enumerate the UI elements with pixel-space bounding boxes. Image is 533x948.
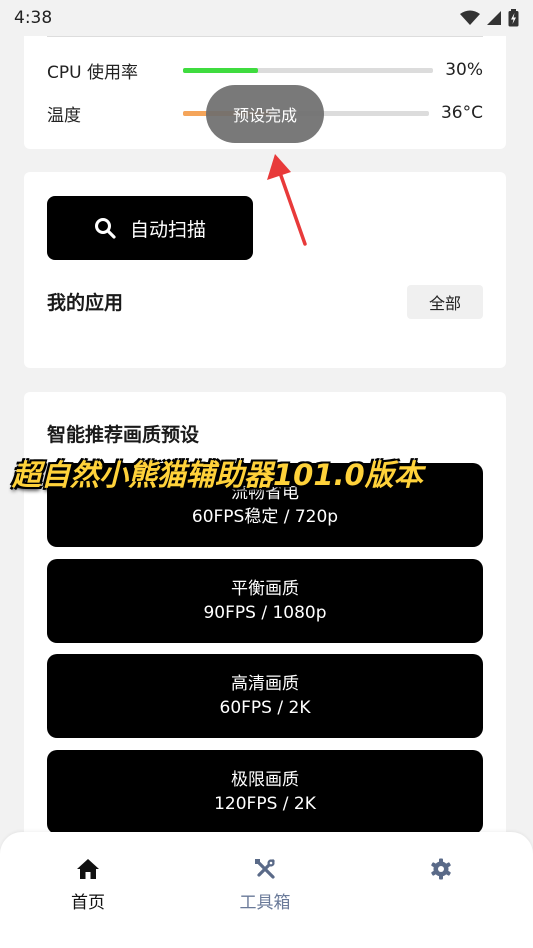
- metric-label: CPU 使用率: [47, 62, 138, 83]
- auto-scan-button[interactable]: 自动扫描: [47, 196, 253, 260]
- nav-item-toolbox[interactable]: 工具箱: [205, 858, 325, 913]
- auto-scan-label: 自动扫描: [129, 218, 206, 241]
- battery-icon: [508, 9, 519, 27]
- preset-name: 极限画质: [231, 770, 299, 790]
- preset-spec: 60FPS稳定 / 720p: [191, 507, 339, 527]
- nav-item-settings[interactable]: [381, 858, 501, 888]
- preset-spec: 120FPS / 2K: [214, 794, 316, 814]
- bottom-nav: 首页 工具箱: [0, 832, 533, 942]
- toast-message: 预设完成: [206, 85, 324, 143]
- filter-all-button[interactable]: 全部: [407, 285, 483, 319]
- wifi-icon: [460, 10, 480, 25]
- preset-name: 高清画质: [231, 674, 299, 694]
- tools-icon: [255, 859, 275, 879]
- metric-value: 36°C: [440, 103, 483, 123]
- preset-spec: 60FPS / 2K: [219, 698, 311, 718]
- home-icon: [77, 859, 99, 879]
- metric-label: 温度: [47, 105, 81, 126]
- annotation-arrow-icon: [267, 154, 307, 246]
- status-icons: [460, 9, 519, 27]
- preset-button-hd[interactable]: 高清画质 60FPS / 2K: [47, 654, 483, 738]
- system-nav-bar: [0, 941, 533, 948]
- preset-name: 平衡画质: [231, 579, 299, 599]
- divider: [47, 36, 483, 37]
- preset-spec: 90FPS / 1080p: [203, 603, 327, 623]
- metric-row-cpu: CPU 使用率 30%: [47, 55, 483, 85]
- cpu-usage-bar: [183, 67, 434, 73]
- preset-button-extreme[interactable]: 极限画质 120FPS / 2K: [47, 750, 483, 834]
- status-bar: 4:38: [0, 0, 533, 36]
- gear-icon: [431, 858, 451, 880]
- cpu-usage-fill: [183, 67, 259, 73]
- nav-label: 首页: [71, 893, 105, 913]
- my-apps-title: 我的应用: [47, 292, 124, 314]
- preset-button-balanced[interactable]: 平衡画质 90FPS / 1080p: [47, 559, 483, 643]
- metric-value: 30%: [445, 60, 483, 80]
- search-icon: [94, 218, 116, 239]
- signal-icon: [487, 11, 501, 25]
- nav-item-home[interactable]: 首页: [28, 858, 148, 913]
- watermark-banner: 超自然小熊猫辅助器101.0版本: [12, 458, 423, 492]
- presets-title: 智能推荐画质预设: [47, 424, 200, 446]
- status-time: 4:38: [14, 8, 53, 28]
- nav-label: 工具箱: [239, 893, 291, 913]
